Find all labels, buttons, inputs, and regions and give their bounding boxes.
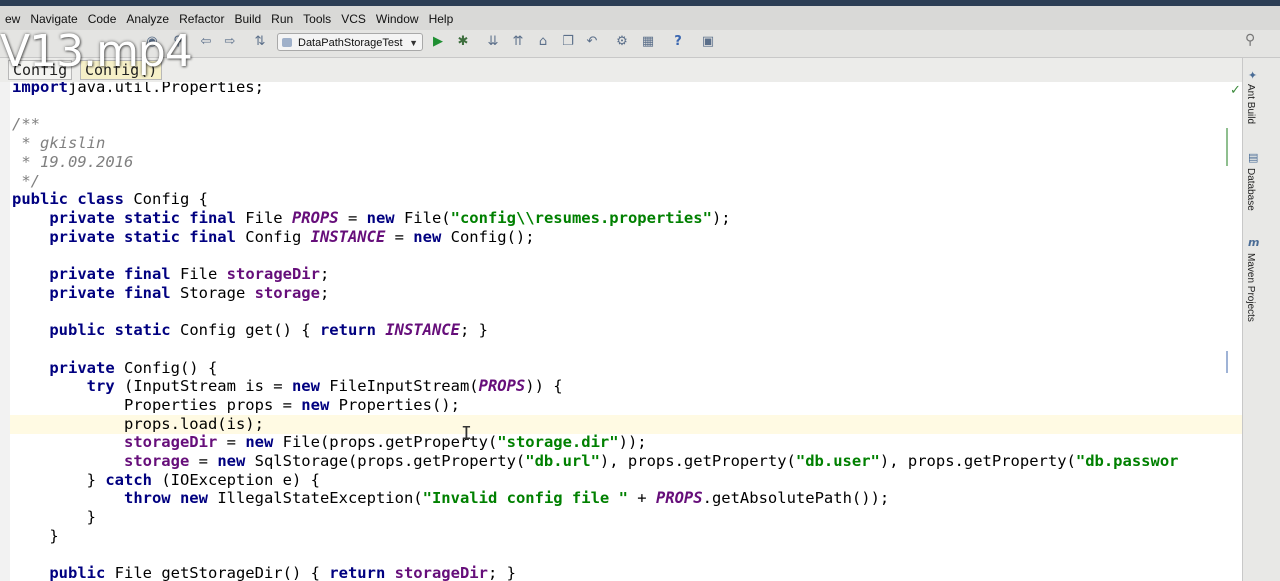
forward-icon[interactable]: ⇨: [222, 34, 238, 50]
code-line[interactable]: public File getStorageDir() { return sto…: [12, 564, 516, 581]
change-marker: [1226, 128, 1228, 166]
menu-item-refactor[interactable]: Refactor: [174, 12, 229, 26]
menu-item-analyze[interactable]: Analyze: [121, 12, 174, 26]
menu-bar: ew Navigate Code Analyze Refactor Build Run Too…: [0, 0, 1280, 30]
code-line[interactable]: throw new IllegalStateException("Invalid…: [12, 489, 889, 508]
menu-item-run[interactable]: Run: [266, 12, 298, 26]
menu-item-navigate[interactable]: Navigate: [25, 12, 82, 26]
menu-item-code[interactable]: Code: [83, 12, 122, 26]
menu-item-help[interactable]: Help: [424, 12, 459, 26]
vcs-commit-icon[interactable]: ⇈: [510, 34, 526, 50]
menu-item-window[interactable]: Window: [371, 12, 424, 26]
code-line[interactable]: } catch (IOException e) {: [12, 471, 320, 490]
tab-database[interactable]: Database: [1245, 168, 1256, 211]
code-line[interactable]: storage = new SqlStorage(props.getProper…: [12, 452, 1179, 471]
help-icon[interactable]: ?: [670, 34, 686, 50]
code-line[interactable]: public class Config {: [12, 190, 208, 209]
sdk-icon[interactable]: ▣: [700, 34, 716, 50]
back-icon[interactable]: ⇦: [198, 34, 214, 50]
code-line[interactable]: importjava.util.Properties;: [12, 82, 264, 97]
menu-item-ew[interactable]: ew: [0, 12, 25, 26]
vcs-compare-icon[interactable]: ❐: [560, 34, 576, 50]
code-line[interactable]: storageDir = new File(props.getProperty(…: [12, 433, 647, 452]
code-line[interactable]: try (InputStream is = new FileInputStrea…: [12, 377, 563, 396]
code-line[interactable]: props.load(is);: [12, 415, 264, 434]
chevron-down-icon: ▼: [409, 38, 418, 48]
code-editor[interactable]: importjava.util.Properties; /** * gkislin…: [0, 82, 1242, 581]
run-config-icon: [282, 38, 292, 47]
code-line[interactable]: }: [12, 527, 58, 546]
code-line[interactable]: public static Config get() { return INST…: [12, 321, 488, 340]
menu-item-vcs[interactable]: VCS: [336, 12, 371, 26]
code-line[interactable]: * 19.09.2016: [12, 153, 133, 172]
vcs-lock-icon[interactable]: ⌂: [535, 34, 551, 50]
project-structure-icon[interactable]: ▦: [640, 34, 656, 50]
run-config-label: DataPathStorageTest: [298, 37, 403, 49]
code-line[interactable]: * gkislin: [12, 134, 105, 153]
vcs-update-icon[interactable]: ⇊: [485, 34, 501, 50]
code-line[interactable]: */: [12, 172, 40, 191]
code-line[interactable]: private final Storage storage;: [12, 284, 329, 303]
window-title-strip: [0, 0, 1280, 6]
change-marker: [1226, 351, 1228, 373]
editor-gutter: [0, 82, 10, 581]
settings-icon[interactable]: ⚙: [614, 34, 630, 50]
code-line[interactable]: }: [12, 508, 96, 527]
check-icon: ✓: [1230, 83, 1241, 98]
database-icon: ▤: [1248, 151, 1259, 164]
code-line[interactable]: private static final File PROPS = new Fi…: [12, 209, 730, 228]
search-icon[interactable]: ⚲: [1245, 32, 1255, 48]
tab-maven-projects[interactable]: Maven Projects: [1245, 253, 1256, 322]
revert-icon[interactable]: ↶: [584, 34, 600, 50]
debug-icon[interactable]: ✱: [455, 34, 471, 50]
code-line[interactable]: private final File storageDir;: [12, 265, 329, 284]
run-configuration-selector[interactable]: DataPathStorageTest ▼: [277, 33, 423, 51]
ant-build-icon: ✦: [1248, 69, 1258, 82]
mouse-text-cursor: I: [461, 423, 472, 444]
video-watermark: V13.mp4: [0, 26, 193, 77]
code-line[interactable]: /**: [12, 115, 40, 134]
code-line[interactable]: Properties props = new Properties();: [12, 396, 460, 415]
maven-icon: m: [1248, 236, 1260, 249]
menu-item-build[interactable]: Build: [229, 12, 266, 26]
code-line[interactable]: private static final Config INSTANCE = n…: [12, 228, 534, 247]
run-icon[interactable]: ▶: [430, 34, 446, 50]
menu-item-tools[interactable]: Tools: [298, 12, 336, 26]
code-line[interactable]: private Config() {: [12, 359, 217, 378]
tab-ant-build[interactable]: Ant Build: [1245, 84, 1256, 124]
sort-icon[interactable]: ⇅: [252, 34, 268, 50]
